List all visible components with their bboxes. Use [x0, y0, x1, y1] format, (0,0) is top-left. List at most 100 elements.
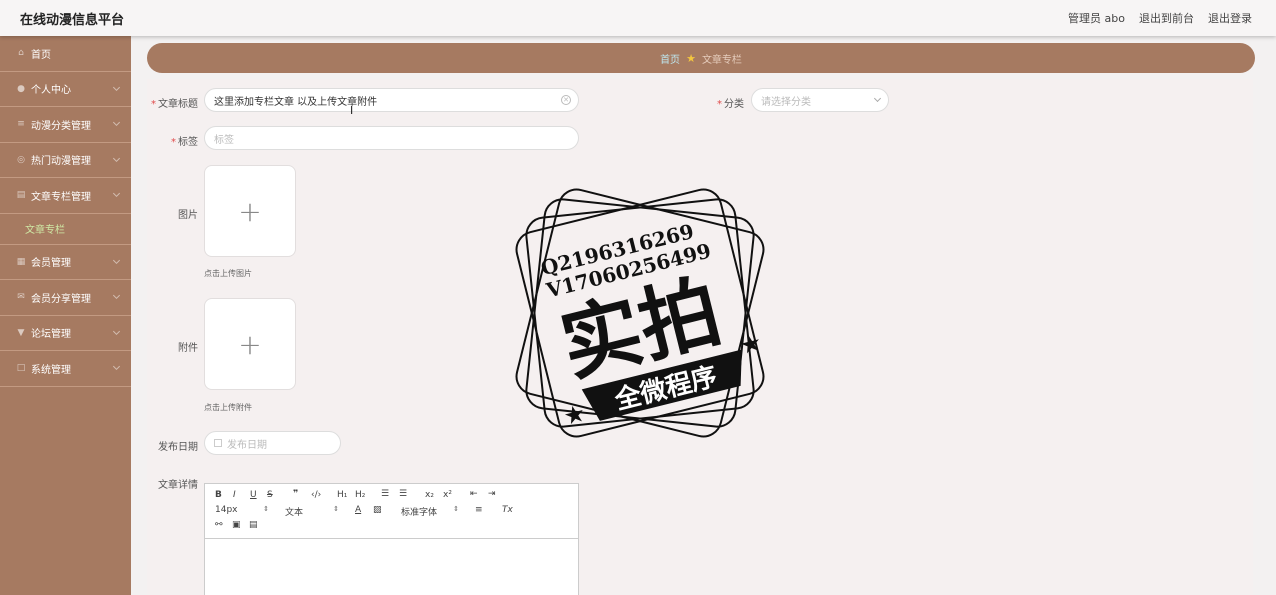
- superscript-icon[interactable]: x²: [443, 490, 452, 500]
- home-icon: ⌂: [18, 48, 24, 59]
- publish-date-picker[interactable]: 发布日期: [204, 431, 341, 455]
- indent-icon[interactable]: ⇥: [488, 489, 496, 499]
- chevron-down-icon: [112, 291, 121, 300]
- attachment-field-label: 附件: [178, 343, 198, 354]
- exit-to-frontend-link[interactable]: 退出到前台: [1139, 10, 1194, 26]
- required-mark: *: [151, 99, 156, 110]
- sidebar-item-label: 会员分享管理: [31, 293, 91, 305]
- chevron-down-icon: [112, 118, 121, 127]
- sidebar-item-label: 动漫分类管理: [31, 120, 91, 132]
- top-links: 管理员 abo 退出到前台 退出登录: [1068, 10, 1252, 26]
- sidebar-item-label: 会员管理: [31, 258, 71, 270]
- sidebar-item-label: 个人中心: [31, 85, 71, 97]
- chevron-down-icon: [112, 154, 121, 162]
- ordered-list-icon[interactable]: ☰: [381, 489, 389, 499]
- tag-field-label: * 标签: [171, 137, 198, 148]
- category-select[interactable]: 请选择分类: [751, 88, 889, 112]
- image-upload-button[interactable]: +: [204, 165, 296, 257]
- sidebar-item-home[interactable]: ⌂ 首页: [0, 36, 131, 72]
- plus-icon: +: [238, 194, 262, 228]
- subscript-icon[interactable]: x₂: [425, 490, 434, 500]
- required-mark: *: [717, 99, 722, 110]
- chevron-down-icon: [873, 94, 882, 103]
- italic-icon[interactable]: I: [233, 490, 236, 500]
- clear-format-icon[interactable]: Tx: [502, 505, 513, 515]
- sidebar-item-label: 热门动漫管理: [31, 156, 91, 168]
- attachment-upload-hint: 点击上传附件: [204, 403, 252, 412]
- updown-icon: ⇕: [333, 505, 339, 513]
- pin-icon: ▼: [17, 327, 25, 338]
- header-select[interactable]: 文本 ⇕: [285, 505, 339, 518]
- sidebar-item-member-share[interactable]: ✉ 会员分享管理: [0, 280, 131, 316]
- editor-toolbar: B I U S ❞ ‹/› H₁ H₂ ☰ ☰ x₂ x² ⇤ ⇥ 14px ⇕…: [205, 484, 578, 539]
- user-icon: ●: [17, 83, 25, 94]
- document-icon: ▤: [16, 190, 26, 201]
- watermark-stamp: Q2196316269 V17060256499 实拍 全微程序 ★ ★: [515, 188, 765, 438]
- chevron-down-icon: [112, 327, 121, 335]
- sidebar-item-anime-category[interactable]: ≡ 动漫分类管理: [0, 107, 131, 143]
- sidebar-item-forum[interactable]: ▼ 论坛管理: [0, 316, 131, 351]
- logout-link[interactable]: 退出登录: [1208, 10, 1252, 26]
- font-size-select[interactable]: 14px ⇕: [215, 505, 269, 515]
- breadcrumb-current: 文章专栏: [701, 54, 742, 66]
- video-icon[interactable]: ▤: [249, 520, 258, 530]
- calendar-icon: [214, 439, 222, 447]
- chevron-down-icon: [112, 256, 121, 264]
- chevron-down-icon: [112, 83, 121, 91]
- chevron-down-icon: [112, 189, 121, 198]
- sidebar-item-hot-anime[interactable]: ◎ 热门动漫管理: [0, 143, 131, 178]
- sidebar-item-label: 系统管理: [31, 364, 71, 376]
- text-cursor-icon: I: [350, 104, 354, 117]
- clear-icon[interactable]: ✕: [561, 95, 571, 105]
- header-2-icon[interactable]: H₂: [355, 490, 365, 500]
- sidebar-item-members[interactable]: ▦ 会员管理: [0, 245, 131, 280]
- sidebar-item-system[interactable]: □ 系统管理: [0, 351, 131, 387]
- top-header: 在线动漫信息平台 管理员 abo 退出到前台 退出登录: [0, 0, 1276, 36]
- admin-user-link[interactable]: 管理员 abo: [1068, 10, 1125, 26]
- plus-icon: +: [238, 327, 262, 361]
- font-color-icon[interactable]: A: [355, 505, 361, 515]
- rich-text-editor: B I U S ❞ ‹/› H₁ H₂ ☰ ☰ x₂ x² ⇤ ⇥ 14px ⇕…: [204, 483, 579, 595]
- updown-icon: ⇕: [453, 505, 459, 513]
- strikethrough-icon[interactable]: S: [267, 490, 273, 500]
- link-icon[interactable]: ⚯: [215, 520, 223, 530]
- updown-icon: ⇕: [263, 505, 269, 513]
- article-title-input[interactable]: 这里添加专栏文章 以及上传文章附件 ✕: [204, 88, 579, 112]
- attachment-upload-button[interactable]: +: [204, 298, 296, 390]
- outdent-icon[interactable]: ⇤: [470, 489, 478, 499]
- category-field-label: * 分类: [717, 99, 744, 110]
- font-family-select[interactable]: 标准字体 ⇕: [401, 505, 459, 518]
- bold-icon[interactable]: B: [215, 490, 222, 500]
- globe-icon: ◎: [17, 154, 25, 165]
- star-icon: ★: [686, 51, 696, 65]
- image-field-label: 图片: [178, 210, 198, 221]
- mail-icon: ✉: [17, 292, 25, 303]
- background-color-icon[interactable]: ▨: [373, 505, 382, 515]
- sidebar-subitem-article[interactable]: 文章专栏: [0, 214, 131, 245]
- bullet-list-icon[interactable]: ☰: [399, 489, 407, 499]
- code-icon[interactable]: ‹/›: [311, 490, 321, 500]
- tag-input[interactable]: 标签: [204, 126, 579, 150]
- sidebar-item-article-column[interactable]: ▤ 文章专栏管理: [0, 178, 131, 214]
- image-icon[interactable]: ▣: [232, 520, 241, 530]
- title-field-label: * 文章标题: [151, 99, 198, 110]
- required-mark: *: [171, 137, 176, 148]
- align-icon[interactable]: ≡: [475, 505, 483, 515]
- detail-field-label: 文章详情: [158, 480, 198, 491]
- breadcrumb: 首页 ★ 文章专栏: [147, 43, 1255, 73]
- sidebar-item-label: 论坛管理: [31, 329, 71, 341]
- underline-icon[interactable]: U: [250, 490, 257, 500]
- date-field-label: 发布日期: [158, 442, 198, 453]
- breadcrumb-home-link[interactable]: 首页: [660, 51, 680, 66]
- quote-icon[interactable]: ❞: [293, 489, 298, 499]
- image-upload-hint: 点击上传图片: [204, 269, 252, 278]
- sidebar-item-label: 首页: [31, 49, 51, 61]
- sidebar-item-profile[interactable]: ● 个人中心: [0, 72, 131, 107]
- header-1-icon[interactable]: H₁: [337, 490, 347, 500]
- sidebar-item-label: 文章专栏管理: [31, 191, 91, 203]
- clipboard-icon: ▦: [16, 256, 26, 267]
- chevron-down-icon: [112, 362, 121, 371]
- list-icon: ≡: [17, 119, 25, 130]
- sidebar: ⌂ 首页 ● 个人中心 ≡ 动漫分类管理 ◎ 热门动漫管理 ▤ 文章专栏管理 文…: [0, 36, 131, 595]
- settings-icon: □: [16, 363, 26, 374]
